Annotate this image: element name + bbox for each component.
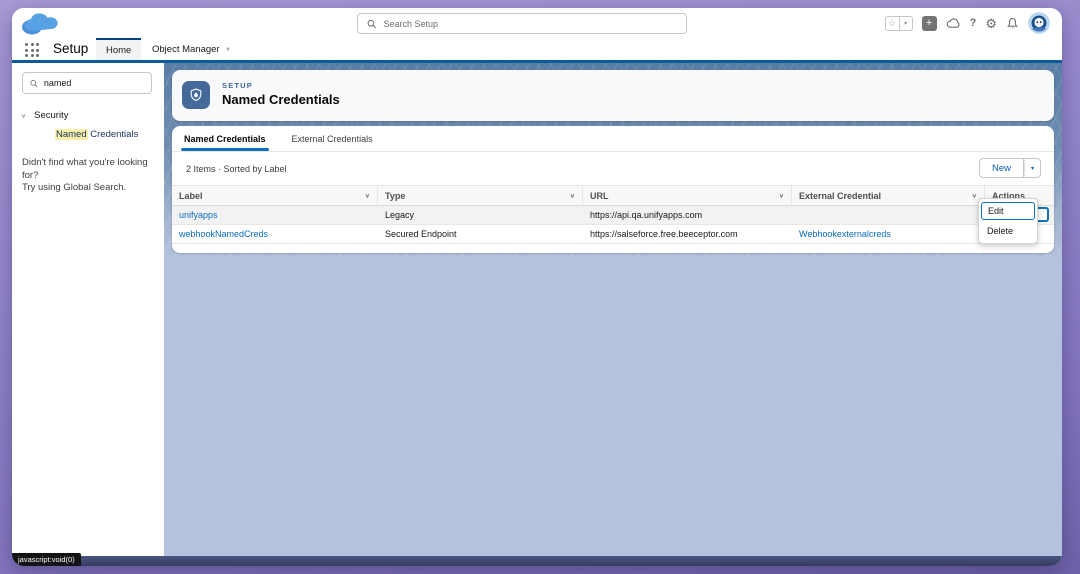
- tree-item-label-rest: Credentials: [88, 129, 139, 140]
- table-header-row: Label ∨ Type ∨ URL ∨ External Credenti: [172, 185, 1054, 206]
- table-row: webhookNamedCreds Secured Endpoint https…: [172, 225, 1054, 244]
- search-match-highlight: Named: [55, 129, 88, 140]
- credentials-table: Label ∨ Type ∨ URL ∨ External Credenti: [172, 185, 1054, 244]
- tab-external-credentials[interactable]: External Credentials: [292, 126, 373, 151]
- tab-home[interactable]: Home: [96, 38, 141, 60]
- app-title: Setup: [53, 41, 88, 56]
- row-actions-context-menu: Edit Delete: [978, 198, 1038, 244]
- global-search[interactable]: [357, 13, 687, 34]
- chevron-down-icon[interactable]: ∨: [21, 112, 26, 118]
- column-header-type[interactable]: Type ∨: [378, 186, 583, 205]
- favorites-control: ☆ ▾: [885, 16, 913, 31]
- browser-window: ☆ ▾ + ? ⚙: [12, 8, 1062, 566]
- column-header-label[interactable]: Label ∨: [172, 186, 378, 205]
- row-type: Secured Endpoint: [378, 225, 583, 243]
- sidebar-search[interactable]: [22, 72, 152, 94]
- chevron-down-icon: ∨: [226, 46, 231, 52]
- sort-chevron-icon[interactable]: ∨: [570, 192, 575, 198]
- column-header-url[interactable]: URL ∨: [583, 186, 792, 205]
- setup-main-area: SETUP Named Credentials Named Credential…: [164, 63, 1062, 556]
- column-label: Type: [385, 191, 405, 201]
- column-label: External Credential: [799, 191, 881, 201]
- row-type: Legacy: [378, 206, 583, 224]
- help-icon[interactable]: ?: [970, 17, 977, 29]
- favorites-chevron-icon[interactable]: ▾: [900, 16, 913, 31]
- column-label: URL: [590, 191, 609, 201]
- column-header-external-credential[interactable]: External Credential ∨: [792, 186, 985, 205]
- quick-create-icon[interactable]: +: [922, 16, 937, 31]
- sidebar-search-input[interactable]: [44, 78, 144, 88]
- global-search-input[interactable]: [383, 19, 677, 29]
- header-actions: ☆ ▾ + ? ⚙: [885, 12, 1050, 34]
- help-line-1: Didn't find what you're looking for?: [22, 157, 160, 182]
- menu-item-delete[interactable]: Delete: [979, 222, 1037, 240]
- content-tabs: Named Credentials External Credentials: [172, 126, 1054, 152]
- page-eyebrow: SETUP: [222, 81, 253, 90]
- search-icon: [367, 19, 376, 29]
- row-external-credential-link[interactable]: Webhookexternalcreds: [792, 225, 985, 243]
- bell-icon[interactable]: [1006, 16, 1019, 30]
- named-credentials-card: Named Credentials External Credentials 2…: [172, 126, 1054, 253]
- new-button-chevron-icon[interactable]: ▾: [1024, 158, 1041, 178]
- sort-chevron-icon[interactable]: ∨: [972, 192, 977, 198]
- tree-section-label: Security: [34, 110, 68, 121]
- tab-object-manager[interactable]: Object Manager ∨: [142, 38, 241, 60]
- list-toolbar: 2 Items · Sorted by Label New ▾: [172, 152, 1054, 185]
- list-summary: 2 Items · Sorted by Label: [186, 164, 287, 174]
- desktop-background: ☆ ▾ + ? ⚙: [0, 0, 1080, 574]
- window-bottom-strip: [12, 556, 1062, 566]
- salesforce-logo-icon: [20, 10, 64, 37]
- tree-section-security[interactable]: ∨ Security: [21, 110, 68, 121]
- page-header-card: SETUP Named Credentials: [172, 70, 1054, 121]
- setup-nav-bar: Setup Home Object Manager ∨: [12, 38, 1062, 63]
- tab-named-credentials[interactable]: Named Credentials: [184, 126, 266, 151]
- row-label-link[interactable]: unifyapps: [172, 206, 378, 224]
- menu-item-edit[interactable]: Edit: [981, 202, 1035, 220]
- page-title: Named Credentials: [222, 92, 340, 107]
- help-line-2: Try using Global Search.: [22, 182, 160, 195]
- new-button[interactable]: New: [979, 158, 1024, 178]
- column-label: Label: [179, 191, 203, 201]
- gear-icon[interactable]: ⚙: [985, 17, 997, 30]
- app-launcher-icon[interactable]: [25, 43, 39, 57]
- link-status-tooltip: javascript:void(0): [12, 553, 81, 566]
- favorites-star-icon[interactable]: ☆: [885, 16, 900, 31]
- row-url: https://api.qa.unifyapps.com: [583, 206, 792, 224]
- tree-item-named-credentials[interactable]: Named Credentials: [55, 129, 138, 140]
- table-row: unifyapps Legacy https://api.qa.unifyapp…: [172, 206, 1054, 225]
- global-header: ☆ ▾ + ? ⚙: [12, 8, 1062, 38]
- row-url: https://salseforce.free.beeceptor.com: [583, 225, 792, 243]
- security-shield-icon: [182, 81, 210, 109]
- sort-chevron-icon[interactable]: ∨: [365, 192, 370, 198]
- row-external-credential: [792, 206, 985, 224]
- sidebar-help-text: Didn't find what you're looking for? Try…: [22, 157, 160, 195]
- tab-object-manager-label: Object Manager: [152, 44, 220, 55]
- setup-sidebar: ∨ Security Named Credentials Didn't find…: [12, 63, 164, 556]
- search-icon: [30, 79, 38, 88]
- trailhead-cloud-icon[interactable]: [946, 17, 961, 29]
- sort-chevron-icon[interactable]: ∨: [779, 192, 784, 198]
- user-avatar[interactable]: [1028, 12, 1050, 34]
- new-split-button: New ▾: [979, 158, 1041, 178]
- row-label-link[interactable]: webhookNamedCreds: [172, 225, 378, 243]
